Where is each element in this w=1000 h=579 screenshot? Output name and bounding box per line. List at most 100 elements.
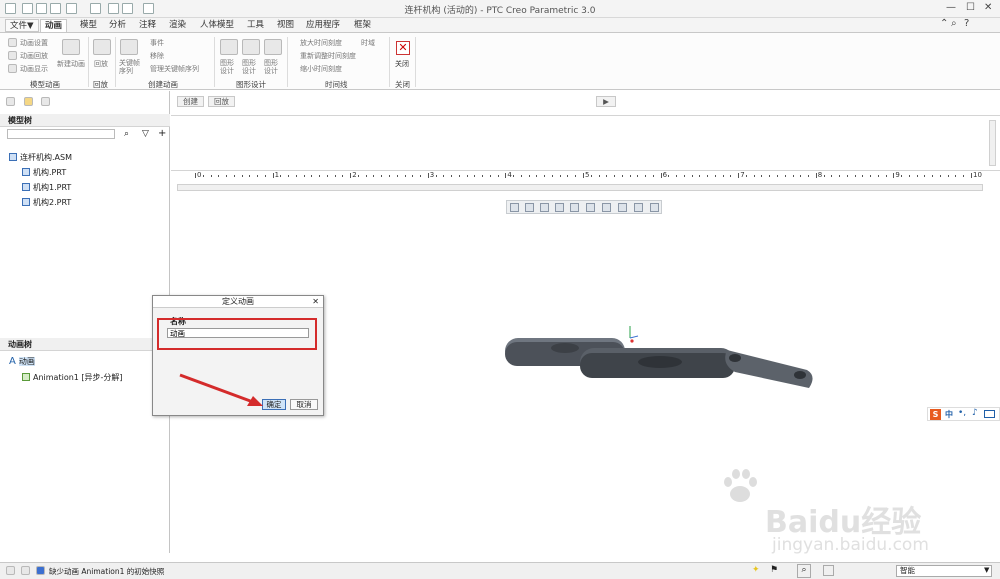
tree-item-assembly[interactable]: 连杆机构.ASM <box>9 152 72 163</box>
status-bar: 缺少动画 Animation1 的初始快照 ✦ ⚑ ⌕ 智能 ▼ <box>0 562 1000 579</box>
animation-tree-root[interactable]: A 动画 <box>9 356 35 367</box>
tree-item-part[interactable]: 机构1.PRT <box>22 182 71 193</box>
folder-tab-icon[interactable] <box>24 97 33 106</box>
tab-analysis[interactable]: 分析 <box>105 19 130 32</box>
create-button[interactable]: 创建 <box>177 96 204 107</box>
ruler-tick <box>241 175 243 177</box>
zoom-in-icon[interactable] <box>525 203 534 212</box>
event-button[interactable]: 事件 <box>150 38 164 48</box>
keyboard-icon[interactable] <box>984 410 995 418</box>
ruler-tick <box>971 173 972 178</box>
tab-applications[interactable]: 应用程序 <box>302 19 344 32</box>
selection-filter-select[interactable]: 智能 <box>896 565 992 577</box>
find-binoculars-icon[interactable]: ⌕ <box>797 564 811 578</box>
chevron-down-icon[interactable]: ▼ <box>984 566 989 574</box>
group-divider <box>214 37 215 87</box>
ruler-tick <box>226 175 228 177</box>
graphic-design-2-button[interactable]: 图形设计 <box>242 59 260 75</box>
tab-model[interactable]: 模型 <box>76 19 101 32</box>
toggle-browser-icon[interactable] <box>21 566 30 575</box>
close-animation-icon[interactable]: ✕ <box>396 41 410 55</box>
mic-icon[interactable]: ♪ <box>972 408 978 418</box>
tab-tools[interactable]: 工具 <box>243 19 268 32</box>
zoom-out-icon[interactable] <box>540 203 549 212</box>
toggle-navigator-icon[interactable] <box>6 566 15 575</box>
ruler-tick <box>559 175 561 177</box>
tab-render[interactable]: 渲染 <box>165 19 190 32</box>
perspective-icon[interactable] <box>618 203 627 212</box>
search-icon[interactable]: ⌕ <box>951 18 957 29</box>
refit-icon[interactable] <box>510 203 519 212</box>
ime-punct-icon[interactable]: •, <box>958 408 966 418</box>
ruler-tick <box>458 175 460 177</box>
tree-item-part[interactable]: 机构2.PRT <box>22 197 71 208</box>
animation-settings-button[interactable]: 动画设置 <box>20 38 48 48</box>
dialog-close-icon[interactable]: ✕ <box>312 296 319 308</box>
close-icon[interactable]: ✕ <box>984 2 992 13</box>
annotation-display-icon[interactable] <box>650 203 659 212</box>
tab-view[interactable]: 视图 <box>273 19 298 32</box>
playback-button[interactable]: 回放 <box>94 59 108 69</box>
favorites-tab-icon[interactable] <box>41 97 50 106</box>
filter-icon[interactable]: ▽ <box>142 129 149 139</box>
tree-item-part[interactable]: 机构.PRT <box>22 167 66 178</box>
hide-ribbon-icon[interactable]: ⌃ <box>940 18 948 29</box>
display-style-icon[interactable] <box>570 203 579 212</box>
play-icon[interactable]: ▶ <box>596 96 616 107</box>
selection-icon[interactable]: ✦ <box>752 565 760 575</box>
manage-keyframe-sequence-button[interactable]: 管理关键帧序列 <box>150 64 199 74</box>
playback-button[interactable]: 回放 <box>208 96 235 107</box>
find-icon[interactable]: ⌕ <box>124 129 129 139</box>
maximize-icon[interactable]: ☐ <box>966 2 975 13</box>
timeline-hscroll[interactable] <box>177 184 983 191</box>
datum-display-icon[interactable] <box>634 203 643 212</box>
tab-file[interactable]: 文件▼ <box>5 19 39 32</box>
linkage-model[interactable] <box>495 320 825 400</box>
ime-language[interactable]: 中 <box>945 409 953 420</box>
ruler-tick <box>528 175 530 177</box>
dialog-title: 定义动画 <box>153 296 323 308</box>
graphic-design-3-button[interactable]: 图形设计 <box>264 59 282 75</box>
new-animation-button[interactable]: 新建动画 <box>57 59 85 69</box>
model-tree-search-input[interactable] <box>7 129 115 139</box>
remove-button[interactable]: 移除 <box>150 51 164 61</box>
ruler-label: 3 <box>429 171 435 179</box>
close-animation-button[interactable]: 关闭 <box>395 59 409 69</box>
animation-tree-item[interactable]: Animation1 [异步-分解] <box>22 372 123 383</box>
flag-icon[interactable]: ⚑ <box>770 565 778 575</box>
sogou-icon[interactable]: S <box>930 409 941 420</box>
ruler-tick <box>303 175 305 177</box>
model-tree-tab-icon[interactable] <box>6 97 15 106</box>
timeline-vscroll[interactable] <box>989 120 996 166</box>
tab-manikin[interactable]: 人体模型 <box>196 19 238 32</box>
animation-display-button[interactable]: 动画显示 <box>20 64 48 74</box>
cancel-button[interactable]: 取消 <box>290 399 318 410</box>
ruler-tick <box>326 175 328 177</box>
ruler-tick <box>730 175 732 177</box>
repaint-icon[interactable] <box>555 203 564 212</box>
animation-playback-button[interactable]: 动画回放 <box>20 51 48 61</box>
zoom-in-time-button[interactable]: 放大时间刻度 <box>300 38 342 48</box>
tab-annotate[interactable]: 注释 <box>135 19 160 32</box>
tab-framework[interactable]: 框架 <box>350 19 375 32</box>
minimize-icon[interactable]: — <box>946 2 956 13</box>
keyframe-sequence-button[interactable]: 关键帧序列 <box>119 59 141 75</box>
select-buffer-icon[interactable] <box>823 565 834 576</box>
group-divider <box>115 37 116 87</box>
ruler-tick <box>924 175 926 177</box>
timeline-toggle-button[interactable]: 时域 <box>361 38 375 48</box>
saved-views-icon[interactable] <box>586 203 595 212</box>
ruler-tick <box>288 175 290 177</box>
watermark-paw-logo <box>724 469 757 502</box>
add-icon[interactable]: + <box>158 128 166 139</box>
ruler-tick <box>451 175 453 177</box>
zoom-out-time-button[interactable]: 缩小时间刻度 <box>300 64 342 74</box>
rescale-time-button[interactable]: 重新调整时间刻度 <box>300 51 356 61</box>
view-manager-icon[interactable] <box>602 203 611 212</box>
tab-animation[interactable]: 动画 <box>40 19 68 32</box>
help-icon[interactable]: ? <box>964 18 969 29</box>
timeline-area[interactable] <box>171 115 1000 171</box>
graphic-design-1-button[interactable]: 图形设计 <box>220 59 238 75</box>
ruler-label: 0 <box>197 171 202 179</box>
ruler-tick <box>342 175 344 177</box>
